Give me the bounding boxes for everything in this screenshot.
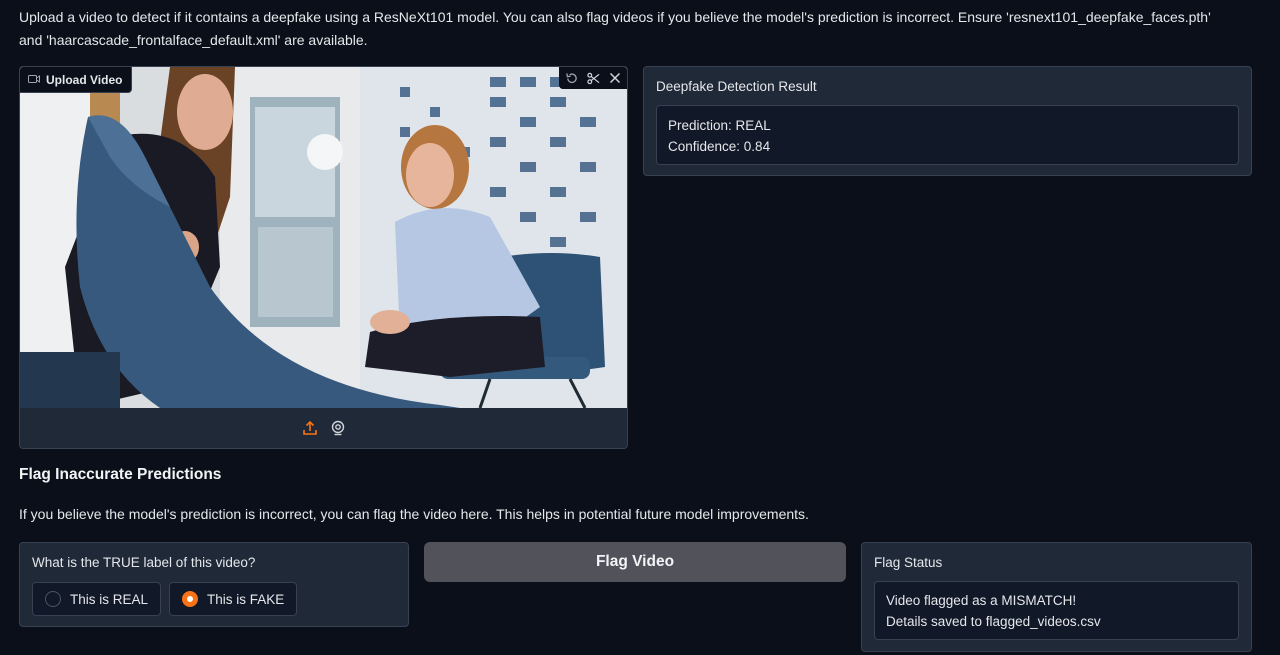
flag-status-line-1: Video flagged as a MISMATCH! — [886, 593, 1077, 608]
flag-status-line-2: Details saved to flagged_videos.csv — [886, 614, 1101, 629]
video-upload-panel[interactable]: Upload Video — [19, 66, 628, 449]
upload-video-text: Upload Video — [46, 72, 123, 87]
prediction-text: Prediction: REAL — [668, 118, 771, 133]
video-frame-image — [20, 67, 627, 408]
radio-option-fake[interactable]: This is FAKE — [169, 582, 298, 616]
video-toolbar — [559, 67, 627, 89]
flag-section-heading: Flag Inaccurate Predictions — [19, 466, 222, 483]
scissors-icon[interactable] — [585, 70, 601, 86]
result-output[interactable]: Prediction: REAL Confidence: 0.84 — [656, 105, 1239, 165]
app-description: Upload a video to detect if it contains … — [19, 9, 1211, 48]
radio-button-real[interactable] — [45, 591, 61, 607]
upload-video-label: Upload Video — [20, 67, 133, 93]
flag-video-button[interactable]: Flag Video — [424, 542, 846, 582]
video-camera-icon — [28, 73, 40, 87]
close-icon[interactable] — [607, 70, 623, 86]
detection-result-panel: Deepfake Detection Result Prediction: RE… — [643, 66, 1252, 176]
radio-option-real[interactable]: This is REAL — [32, 582, 162, 616]
radio-label-real: This is REAL — [70, 591, 149, 607]
confidence-text: Confidence: 0.84 — [668, 139, 771, 154]
video-preview[interactable] — [20, 67, 627, 408]
upload-icon[interactable] — [302, 420, 318, 436]
result-panel-label: Deepfake Detection Result — [656, 79, 817, 94]
true-label-question: What is the TRUE label of this video? — [32, 555, 256, 570]
undo-icon[interactable] — [563, 70, 579, 86]
flag-status-output[interactable]: Video flagged as a MISMATCH! Details sav… — [874, 581, 1239, 640]
radio-button-fake[interactable] — [182, 591, 199, 607]
flag-status-panel: Flag Status Video flagged as a MISMATCH!… — [861, 542, 1252, 652]
flag-section-description: If you believe the model's prediction is… — [19, 506, 809, 522]
true-label-radio-group: What is the TRUE label of this video? Th… — [19, 542, 409, 627]
radio-label-fake: This is FAKE — [207, 591, 285, 607]
flag-status-label: Flag Status — [874, 555, 943, 570]
webcam-icon[interactable] — [330, 420, 346, 436]
video-source-bar — [20, 408, 627, 448]
